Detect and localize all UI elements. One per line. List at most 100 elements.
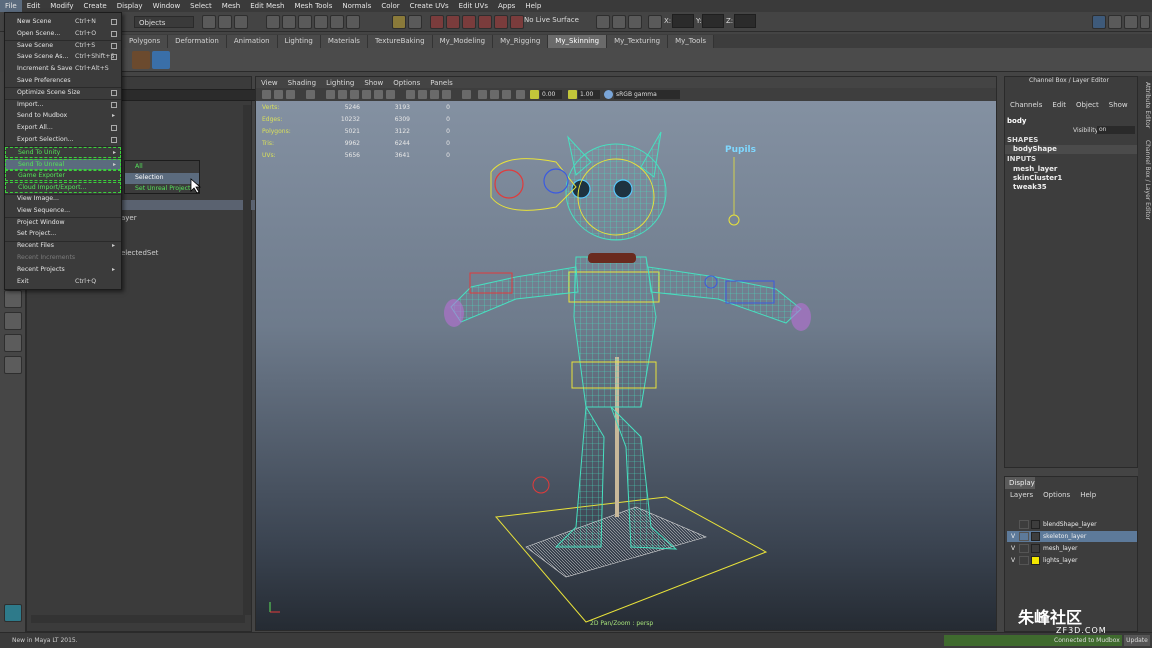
modeling-toolkit-icon[interactable] xyxy=(596,15,610,29)
option-box-icon[interactable] xyxy=(111,137,117,143)
file-menu-item[interactable]: Save Scene As... Ctrl+Shift+S xyxy=(5,52,121,63)
file-menu-item[interactable]: Save Preferences xyxy=(5,76,121,87)
option-box-icon[interactable] xyxy=(111,89,117,96)
outliner-horizontal-scrollbar[interactable] xyxy=(31,615,245,623)
file-menu-item[interactable]: Exit Ctrl+Q xyxy=(5,277,121,288)
outliner-row[interactable]: electedSet xyxy=(121,249,158,257)
submenu-item[interactable]: Selection xyxy=(125,173,199,184)
shelf-tab-materials[interactable]: Materials xyxy=(320,35,368,48)
shape-item[interactable]: bodyShape xyxy=(1013,145,1057,153)
menu-modify[interactable]: Modify xyxy=(45,0,78,12)
visibility-field[interactable]: on xyxy=(1097,126,1135,134)
shelf-tab-deformation[interactable]: Deformation xyxy=(168,35,227,48)
tab-attribute-editor[interactable]: Attribute Editor xyxy=(1139,82,1151,128)
ipr-icon[interactable] xyxy=(462,15,476,29)
file-menu-item[interactable]: Project Window xyxy=(5,218,121,229)
snap-live-icon[interactable] xyxy=(346,15,360,29)
layer-row[interactable]: Vlights_layer xyxy=(1007,555,1137,566)
menu-select[interactable]: Select xyxy=(185,0,217,12)
character-wireframe[interactable] xyxy=(256,77,997,631)
menu-create[interactable]: Create xyxy=(78,0,111,12)
panel-layout-icon[interactable] xyxy=(1092,15,1106,29)
layer-row[interactable]: Vskeleton_layer xyxy=(1007,531,1137,542)
update-button[interactable]: Update xyxy=(1124,635,1150,646)
live-surface-icon[interactable] xyxy=(510,15,524,29)
file-menu-item[interactable]: Game Exporter xyxy=(5,170,121,182)
shelf-tab-texturebaking[interactable]: TextureBaking xyxy=(367,35,433,48)
layer-menu-options[interactable]: Options xyxy=(1038,491,1075,499)
transform-mode-icon[interactable] xyxy=(648,15,662,29)
input-item[interactable]: skinCluster1 xyxy=(1013,174,1062,182)
shelf-tab-polygons[interactable]: Polygons xyxy=(122,35,169,48)
file-menu-item[interactable]: Import... xyxy=(5,100,121,111)
file-menu-item[interactable]: Send To Unreal ▸ xyxy=(5,158,121,170)
layout-graph-icon[interactable] xyxy=(4,334,22,352)
channel-box-menu-channels[interactable]: Channels xyxy=(1005,101,1047,109)
attribute-editor-icon[interactable] xyxy=(612,15,626,29)
file-menu-item[interactable]: Send to Mudbox ▸ xyxy=(5,111,121,122)
file-menu-item[interactable]: Increment & Save Ctrl+Alt+S xyxy=(5,64,121,75)
eye-control-blue[interactable] xyxy=(543,168,569,194)
torso[interactable] xyxy=(573,256,657,408)
layer-color-swatch[interactable] xyxy=(1031,556,1040,565)
layer-color-swatch[interactable] xyxy=(1031,520,1040,529)
menu-edit-mesh[interactable]: Edit Mesh xyxy=(245,0,289,12)
option-box-icon[interactable] xyxy=(111,42,117,49)
file-menu-item[interactable]: Optimize Scene Size xyxy=(5,88,121,99)
layer-color-swatch[interactable] xyxy=(1031,532,1040,541)
layer-visibility-toggle[interactable]: V xyxy=(1007,557,1019,564)
left-foot-pole[interactable] xyxy=(532,476,550,494)
submenu-item[interactable]: All xyxy=(125,162,199,173)
shelf-tab-my-modeling[interactable]: My_Modeling xyxy=(432,35,494,48)
menu-apps[interactable]: Apps xyxy=(493,0,520,12)
option-box-icon[interactable] xyxy=(111,30,117,37)
snap-grid-icon[interactable] xyxy=(266,15,280,29)
shelf-tab-my-rigging[interactable]: My_Rigging xyxy=(493,35,549,48)
lock-icon[interactable] xyxy=(392,15,406,29)
layer-playback-toggle[interactable] xyxy=(1019,520,1029,529)
left-leg[interactable] xyxy=(554,405,605,548)
right-hand[interactable] xyxy=(791,303,811,331)
hypershade-icon[interactable] xyxy=(494,15,508,29)
render-view-icon[interactable] xyxy=(408,15,422,29)
layer-row[interactable]: Vmesh_layer xyxy=(1007,543,1137,554)
menu-edit-uvs[interactable]: Edit UVs xyxy=(454,0,493,12)
menu-window[interactable]: Window xyxy=(148,0,186,12)
left-hand[interactable] xyxy=(444,299,464,327)
select-component-icon[interactable] xyxy=(234,15,248,29)
help-icon[interactable] xyxy=(1140,15,1150,29)
skin-bind-icon[interactable] xyxy=(132,51,150,69)
menu-edit[interactable]: Edit xyxy=(22,0,46,12)
menu-color[interactable]: Color xyxy=(376,0,404,12)
shelf-tab-my-tools[interactable]: My_Tools xyxy=(668,35,715,48)
layout-outliner-icon[interactable] xyxy=(4,312,22,330)
history-icon[interactable] xyxy=(430,15,444,29)
file-menu-item[interactable]: View Image... xyxy=(5,194,121,205)
option-box-icon[interactable] xyxy=(111,54,117,61)
settings-icon[interactable] xyxy=(1124,15,1138,29)
outliner-search-input[interactable] xyxy=(121,89,275,101)
shelf-tab-lighting[interactable]: Lighting xyxy=(277,35,321,48)
file-menu-item[interactable]: Cloud Import/Export... xyxy=(5,182,121,194)
menu-mesh[interactable]: Mesh xyxy=(217,0,245,12)
select-hierarchy-icon[interactable] xyxy=(202,15,216,29)
menu-mesh-tools[interactable]: Mesh Tools xyxy=(289,0,337,12)
file-menu-item[interactable]: Export Selection... xyxy=(5,135,121,146)
layer-menu-layers[interactable]: Layers xyxy=(1005,491,1038,499)
maya-lt-logo-icon[interactable] xyxy=(4,604,22,622)
right-eye[interactable] xyxy=(613,179,633,199)
menu-file[interactable]: File xyxy=(0,0,22,12)
layer-playback-toggle[interactable] xyxy=(1019,556,1029,565)
layer-playback-toggle[interactable] xyxy=(1019,532,1029,541)
z-field[interactable] xyxy=(734,14,756,28)
menu-display[interactable]: Display xyxy=(112,0,148,12)
outliner-toggle-icon[interactable] xyxy=(1108,15,1122,29)
layer-color-swatch[interactable] xyxy=(1031,544,1040,553)
layout-four-view-icon[interactable] xyxy=(4,290,22,308)
file-menu-item[interactable]: Open Scene... Ctrl+O xyxy=(5,29,121,40)
file-menu-item[interactable]: Set Project... xyxy=(5,229,121,240)
option-box-icon[interactable] xyxy=(111,19,117,25)
snap-view-icon[interactable] xyxy=(314,15,328,29)
render-settings-icon[interactable] xyxy=(478,15,492,29)
file-menu-item[interactable]: Export All... xyxy=(5,123,121,134)
